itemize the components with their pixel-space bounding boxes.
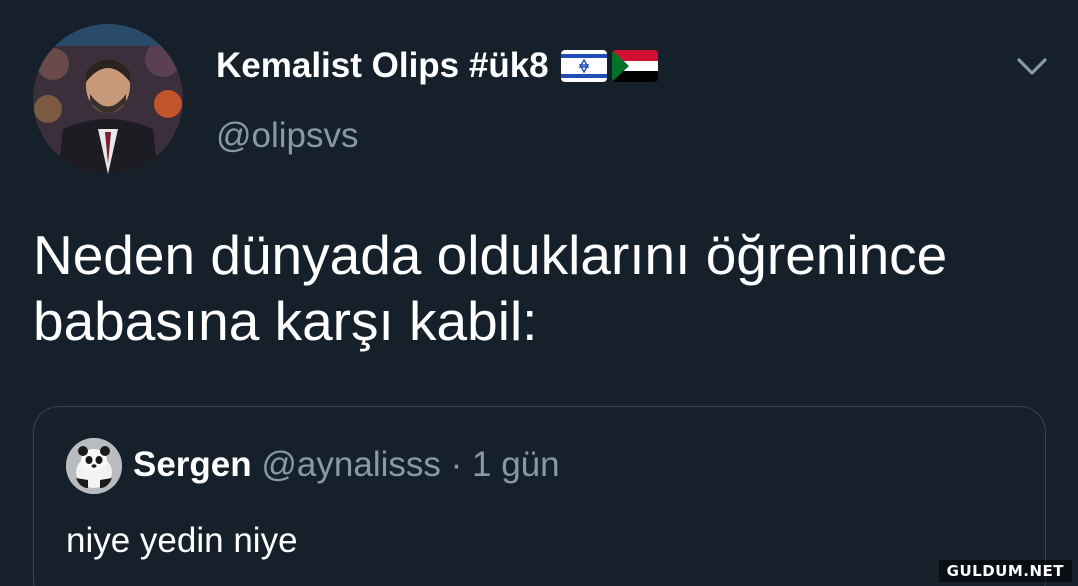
quoted-author-name[interactable]: Sergen [133,445,252,484]
quoted-tweet-time[interactable]: 1 gün [472,445,560,484]
tweet-text-line: Neden dünyada olduklarını öğrenince [33,224,948,286]
quoted-author-avatar[interactable] [66,438,122,494]
tweet-view: Kemalist Olips #ük8 @olipsvs Neden dünya… [0,0,1078,586]
chevron-down-icon[interactable] [1014,54,1050,80]
watermark-logo: GULDUM.NET [938,560,1072,582]
quoted-tweet-text: niye yedin niye [66,521,298,560]
quoted-tweet-card[interactable]: Sergen @aynalisss · 1 gün niye yedin niy… [33,406,1046,586]
author-name-text: Kemalist Olips #ük8 [216,46,549,85]
author-flags [560,50,658,82]
tweet-text: Neden dünyada olduklarını öğrenince baba… [33,222,1053,354]
israel-flag-icon [560,50,607,82]
quoted-author-handle[interactable]: @aynalisss [261,445,440,484]
author-display-name[interactable]: Kemalist Olips #ük8 [216,46,658,86]
tweet-text-line: babasına karşı kabil: [33,290,538,352]
sudan-flag-icon [611,50,658,82]
separator-dot: · [450,445,463,484]
author-avatar[interactable] [33,24,183,174]
author-handle[interactable]: @olipsvs [216,116,359,156]
quoted-tweet-header: Sergen @aynalisss · 1 gün [133,445,560,485]
